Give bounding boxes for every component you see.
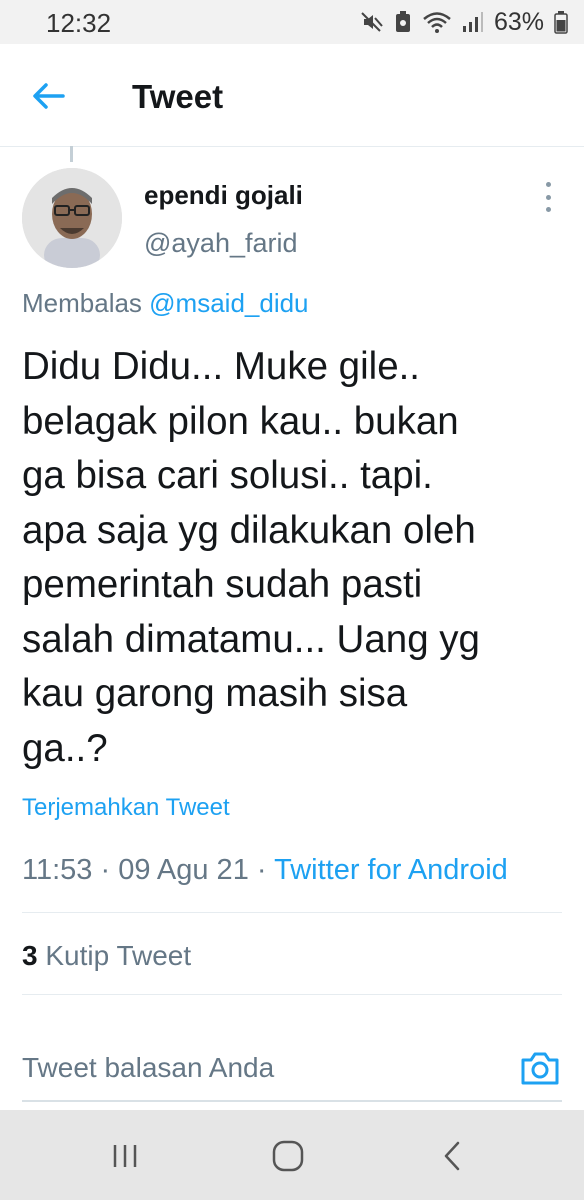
reply-composer: Tweet balasan Anda (0, 1018, 584, 1110)
page-title: Tweet (132, 78, 224, 115)
reply-handle-link[interactable]: @msaid_didu (149, 288, 308, 318)
battery-percent: 63% (493, 7, 544, 36)
wifi-icon (422, 10, 452, 34)
quote-tweets-link[interactable]: 3 Kutip Tweet (22, 940, 191, 972)
tweet-line: apa saja yg dilakukan oleh (22, 508, 476, 552)
more-dot (545, 194, 551, 200)
nav-back-button[interactable] (430, 1134, 474, 1178)
more-dot (545, 207, 551, 212)
home-icon (272, 1140, 304, 1172)
reply-prefix: Membalas (22, 288, 150, 318)
reply-context: Membalas @msaid_didu (22, 288, 309, 319)
mute-icon (360, 10, 384, 34)
status-icons: 63% (360, 8, 568, 36)
avatar[interactable] (22, 168, 122, 268)
more-dot (545, 182, 551, 187)
tweet-source-link[interactable]: Twitter for Android (274, 854, 508, 886)
camera-button[interactable] (518, 1046, 562, 1090)
battery-icon (554, 10, 568, 34)
system-nav-bar (0, 1110, 584, 1200)
back-button[interactable] (26, 74, 70, 118)
more-options-button[interactable] (538, 182, 558, 212)
status-bar: 12:32 63% (0, 0, 584, 44)
recent-apps-icon (113, 1145, 137, 1167)
tweet-line: pemerintah sudah pasti (22, 563, 423, 606)
signal-icon (462, 10, 484, 34)
recent-apps-button[interactable] (103, 1134, 147, 1178)
author-name[interactable]: ependi gojali (144, 180, 303, 211)
reply-underline (22, 1100, 562, 1102)
home-button[interactable] (266, 1134, 310, 1178)
back-icon (444, 1141, 460, 1171)
tweet-text: Didu Didu... Muke gile.. belagak pilon k… (22, 340, 562, 776)
thread-connector (70, 146, 73, 162)
tweet-meta: 11:53 · 09 Agu 21 · Twitter for Android (22, 854, 508, 887)
saver-icon (394, 10, 412, 34)
translate-tweet-link[interactable]: Terjemahkan Tweet (22, 794, 230, 822)
app-header: Tweet (0, 44, 584, 147)
camera-icon (521, 1052, 559, 1085)
tweet-line: salah dimatamu... Uang yg (22, 617, 480, 661)
tweet-line: kau garong masih sisa (22, 672, 408, 715)
arrow-left-icon (33, 83, 65, 109)
quote-count: 3 (22, 940, 38, 971)
tweet-timestamp: 11:53 · 09 Agu 21 · (22, 854, 275, 886)
tweet-line: Didu Didu... Muke gile.. (22, 345, 421, 388)
reply-input[interactable]: Tweet balasan Anda (22, 1052, 274, 1084)
divider (22, 912, 562, 913)
author-handle[interactable]: @ayah_farid (144, 228, 298, 259)
tweet-line: ga bisa cari solusi.. tapi. (22, 454, 433, 497)
status-time: 12:32 (46, 8, 112, 38)
quote-label: Kutip Tweet (37, 940, 192, 971)
tweet-line: belagak pilon kau.. bukan (22, 399, 459, 443)
divider (22, 994, 562, 995)
tweet-line: ga..? (22, 726, 108, 770)
